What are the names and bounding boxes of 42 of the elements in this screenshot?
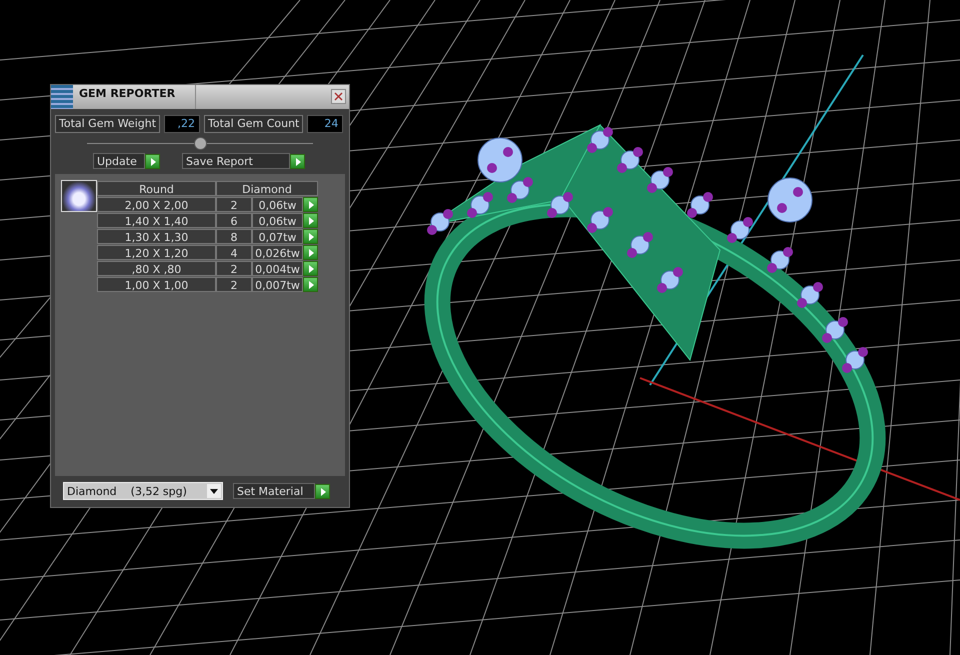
play-button[interactable] bbox=[303, 228, 318, 244]
table-cell: 1,00 X 1,00 bbox=[97, 276, 216, 292]
table-cell: 0,06tw bbox=[252, 212, 303, 228]
total-label: Total Gem Weight bbox=[55, 115, 160, 133]
action-button[interactable]: Save Report bbox=[182, 153, 290, 169]
total-value: ,22 bbox=[164, 115, 200, 133]
play-button[interactable] bbox=[315, 484, 330, 498]
window-title: GEM REPORTER bbox=[73, 85, 196, 109]
table-cell: 1,40 X 1,40 bbox=[97, 212, 216, 228]
table-cell: 8 bbox=[216, 228, 252, 244]
table-cell: 1,30 X 1,30 bbox=[97, 228, 216, 244]
column-header: Diamond bbox=[216, 180, 318, 196]
table-cell: 4 bbox=[216, 244, 252, 260]
close-button[interactable] bbox=[331, 89, 346, 104]
play-button[interactable] bbox=[303, 212, 318, 228]
table-cell: 0,026tw bbox=[252, 244, 303, 260]
play-button[interactable] bbox=[303, 244, 318, 260]
column-header: Round bbox=[97, 180, 216, 196]
table-cell: 2,00 X 2,00 bbox=[97, 196, 216, 212]
table-cell: 2 bbox=[216, 276, 252, 292]
collapse-handle-icon[interactable] bbox=[194, 137, 206, 150]
material-dropdown[interactable]: Diamond (3,52 spg) bbox=[63, 482, 223, 500]
play-button[interactable] bbox=[145, 154, 160, 168]
table-cell: 0,07tw bbox=[252, 228, 303, 244]
action-button[interactable]: Update bbox=[93, 153, 145, 169]
table-cell: 2 bbox=[216, 196, 252, 212]
total-value: 24 bbox=[307, 115, 344, 133]
play-button[interactable] bbox=[290, 154, 305, 168]
play-button[interactable] bbox=[303, 196, 318, 212]
table-cell: 0,06tw bbox=[252, 196, 303, 212]
table-cell: ,80 X ,80 bbox=[97, 260, 216, 276]
gem-thumbnail bbox=[61, 180, 97, 212]
table-cell: 0,007tw bbox=[252, 276, 303, 292]
total-label: Total Gem Count bbox=[204, 115, 304, 133]
table-cell: 6 bbox=[216, 212, 252, 228]
play-button[interactable] bbox=[303, 260, 318, 276]
set-material-button[interactable]: Set Material bbox=[233, 483, 315, 499]
table-cell: 1,20 X 1,20 bbox=[97, 244, 216, 260]
close-icon[interactable] bbox=[334, 92, 343, 101]
table-cell: 0,004tw bbox=[252, 260, 303, 276]
table-cell: 2 bbox=[216, 260, 252, 276]
play-button[interactable] bbox=[303, 276, 318, 292]
